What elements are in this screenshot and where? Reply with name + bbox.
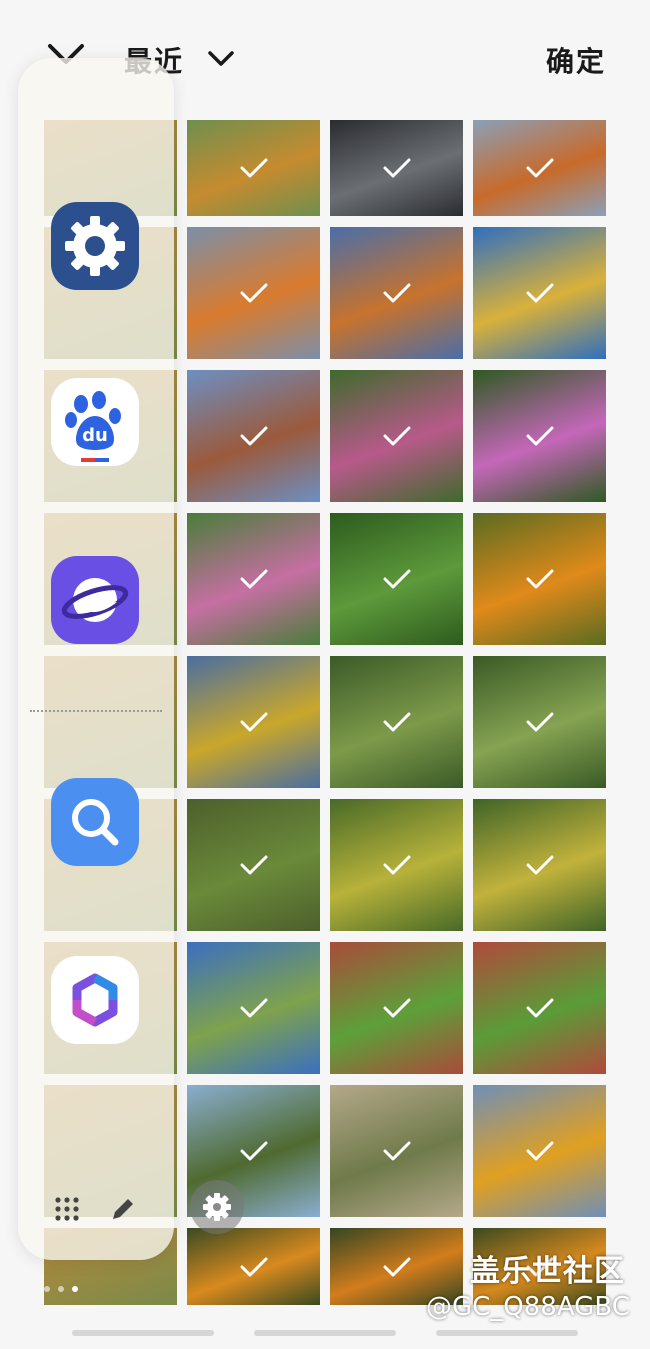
gear-icon [203,1193,231,1221]
baidu-app-icon[interactable]: du [51,378,139,466]
photo-thumbnail[interactable] [187,227,320,359]
checkmark-icon [526,712,553,732]
checkmark-icon [383,569,410,589]
checkmark-icon [526,158,553,178]
confirm-button[interactable]: 确定 [546,40,606,80]
edge-panel: du [18,58,174,1260]
checkmark-icon [526,426,553,446]
search-app-icon[interactable] [51,778,139,866]
checkmark-icon [240,569,267,589]
photo-thumbnail[interactable] [187,942,320,1074]
checkmark-icon [526,283,553,303]
settings-app-icon[interactable] [51,202,139,290]
checkmark-icon [526,1141,553,1161]
checkmark-icon [240,1257,267,1276]
planet-icon [61,578,129,622]
photo-thumbnail[interactable] [330,513,463,645]
panel-settings-button[interactable] [190,1180,244,1234]
checkmark-icon [383,283,410,303]
photo-thumbnail[interactable] [330,120,463,216]
checkmark-icon [526,998,553,1018]
photo-thumbnail[interactable] [473,370,606,502]
copilot-app-icon[interactable] [51,956,139,1044]
page-indicator [44,1277,86,1296]
nav-handle-left [72,1330,214,1336]
checkmark-icon [240,283,267,303]
paw-icon: du [65,391,121,462]
browser-app-icon[interactable] [51,556,139,644]
checkmark-icon [240,1141,267,1161]
search-icon [72,799,119,846]
photo-thumbnail[interactable] [187,513,320,645]
checkmark-icon [383,855,410,875]
pencil-icon[interactable] [108,1194,138,1224]
checkmark-icon [240,998,267,1018]
grid-dots-icon[interactable] [54,1196,80,1222]
nav-handle-right [436,1330,578,1336]
checkmark-icon [383,998,410,1018]
photo-thumbnail[interactable] [330,370,463,502]
photo-thumbnail[interactable] [473,799,606,931]
photo-thumbnail[interactable] [330,1085,463,1217]
photo-thumbnail[interactable] [187,656,320,788]
photo-thumbnail[interactable] [330,227,463,359]
photo-thumbnail[interactable] [187,1228,320,1305]
photo-thumbnail[interactable] [187,120,320,216]
checkmark-icon [240,426,267,446]
checkmark-icon [526,569,553,589]
gear-icon [65,216,125,276]
checkmark-icon [383,426,410,446]
photo-thumbnail[interactable] [473,656,606,788]
photo-thumbnail[interactable] [473,120,606,216]
baidu-label: du [82,425,108,446]
nav-handle-center [254,1330,396,1336]
checkmark-icon [383,158,410,178]
checkmark-icon [383,712,410,732]
photo-thumbnail[interactable] [473,513,606,645]
watermark-title: 盖乐世社区 [470,1254,625,1289]
photo-thumbnail[interactable] [330,656,463,788]
photo-thumbnail[interactable] [187,799,320,931]
checkmark-icon [526,855,553,875]
checkmark-icon [240,158,267,178]
photo-thumbnail[interactable] [187,370,320,502]
photo-thumbnail[interactable] [473,1085,606,1217]
photo-thumbnail[interactable] [473,227,606,359]
panel-divider [30,710,162,712]
watermark-user: @GC_Q88AGBC [426,1292,630,1322]
album-dropdown-icon[interactable] [206,44,236,74]
checkmark-icon [240,712,267,732]
checkmark-icon [240,855,267,875]
photo-thumbnail[interactable] [330,799,463,931]
copilot-icon [72,973,118,1027]
photo-thumbnail[interactable] [473,942,606,1074]
checkmark-icon [383,1257,410,1276]
photo-thumbnail[interactable] [330,942,463,1074]
checkmark-icon [383,1141,410,1161]
